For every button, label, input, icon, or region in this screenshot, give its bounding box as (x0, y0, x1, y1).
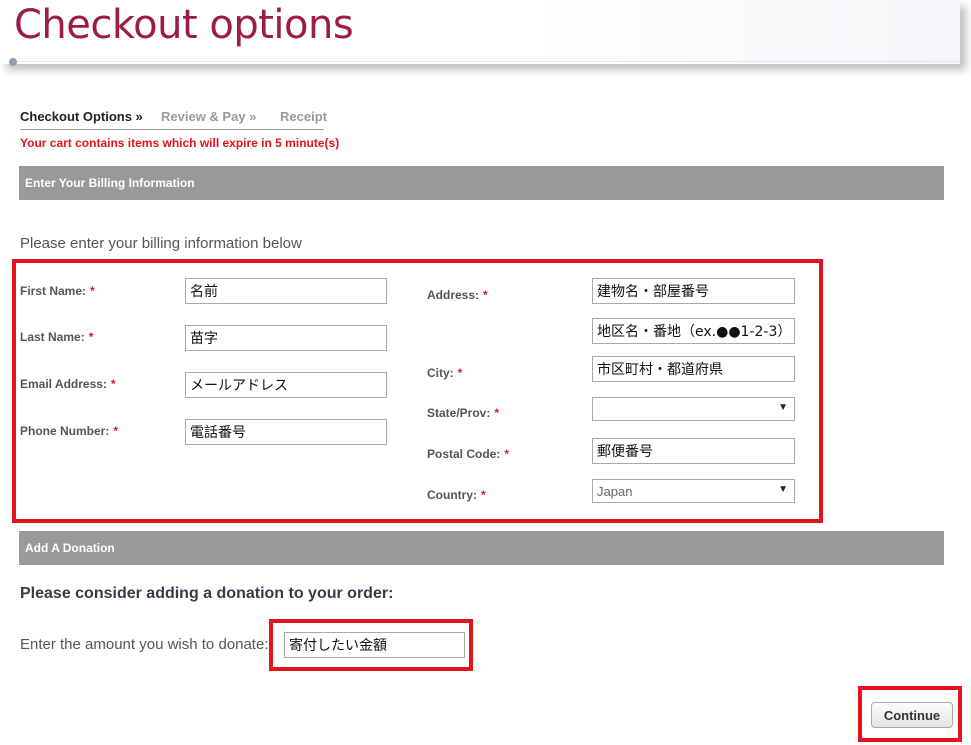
postal-code-label: Postal Code: * (427, 447, 510, 461)
required-marker: * (457, 366, 463, 380)
title-dot-icon (9, 58, 17, 66)
title-divider (14, 61, 959, 62)
breadcrumb: Checkout Options » Review & Pay » Receip… (20, 108, 327, 130)
chevron-down-icon: ▼ (778, 402, 788, 413)
last-name-label: Last Name: * (20, 330, 94, 344)
address-line2-input[interactable]: 地区名・番地（ex.●●1-2-3） (592, 318, 795, 344)
postal-code-input[interactable]: 郵便番号 (592, 438, 795, 464)
email-input[interactable]: メールアドレス (185, 372, 387, 398)
required-marker: * (113, 424, 119, 438)
required-marker: * (483, 288, 488, 302)
state-select[interactable]: ▼ (592, 397, 795, 421)
required-marker: * (90, 284, 95, 298)
chevron-down-icon: ▼ (778, 484, 788, 495)
required-marker: * (110, 377, 116, 391)
city-input[interactable]: 市区町村・都道府県 (592, 356, 795, 382)
city-label: City: * (427, 366, 463, 380)
address-line1-input[interactable]: 建物名・部屋番号 (592, 278, 795, 304)
first-name-label: First Name: * (20, 284, 95, 298)
donation-section-header: Add A Donation (19, 531, 944, 565)
billing-intro-text: Please enter your billing information be… (20, 235, 302, 252)
donation-amount-input[interactable]: 寄付したい金額 (284, 632, 465, 658)
continue-button[interactable]: Continue (871, 702, 953, 728)
phone-input[interactable]: 電話番号 (185, 419, 387, 445)
country-label: Country: * (427, 488, 486, 502)
breadcrumb-step-receipt: Receipt (280, 109, 327, 124)
required-marker: * (494, 406, 500, 420)
donation-heading: Please consider adding a donation to you… (20, 585, 394, 602)
first-name-input[interactable]: 名前 (185, 278, 387, 304)
billing-section-header: Enter Your Billing Information (19, 166, 944, 200)
required-marker: * (504, 447, 510, 461)
state-label: State/Prov: * (427, 406, 500, 420)
last-name-input[interactable]: 苗字 (185, 325, 387, 351)
address-label: Address: * (427, 288, 488, 302)
page-title: Checkout options (14, 2, 354, 48)
breadcrumb-step-checkout-options: Checkout Options » (20, 109, 143, 124)
donation-amount-label: Enter the amount you wish to donate: (20, 636, 269, 653)
country-select[interactable]: Japan ▼ (592, 479, 795, 503)
breadcrumb-step-review-pay: Review & Pay » (161, 109, 257, 124)
required-marker: * (88, 330, 94, 344)
email-label: Email Address: * (20, 377, 116, 391)
phone-label: Phone Number: * (20, 424, 119, 438)
cart-expiry-warning: Your cart contains items which will expi… (20, 136, 340, 150)
required-marker: * (481, 488, 486, 502)
